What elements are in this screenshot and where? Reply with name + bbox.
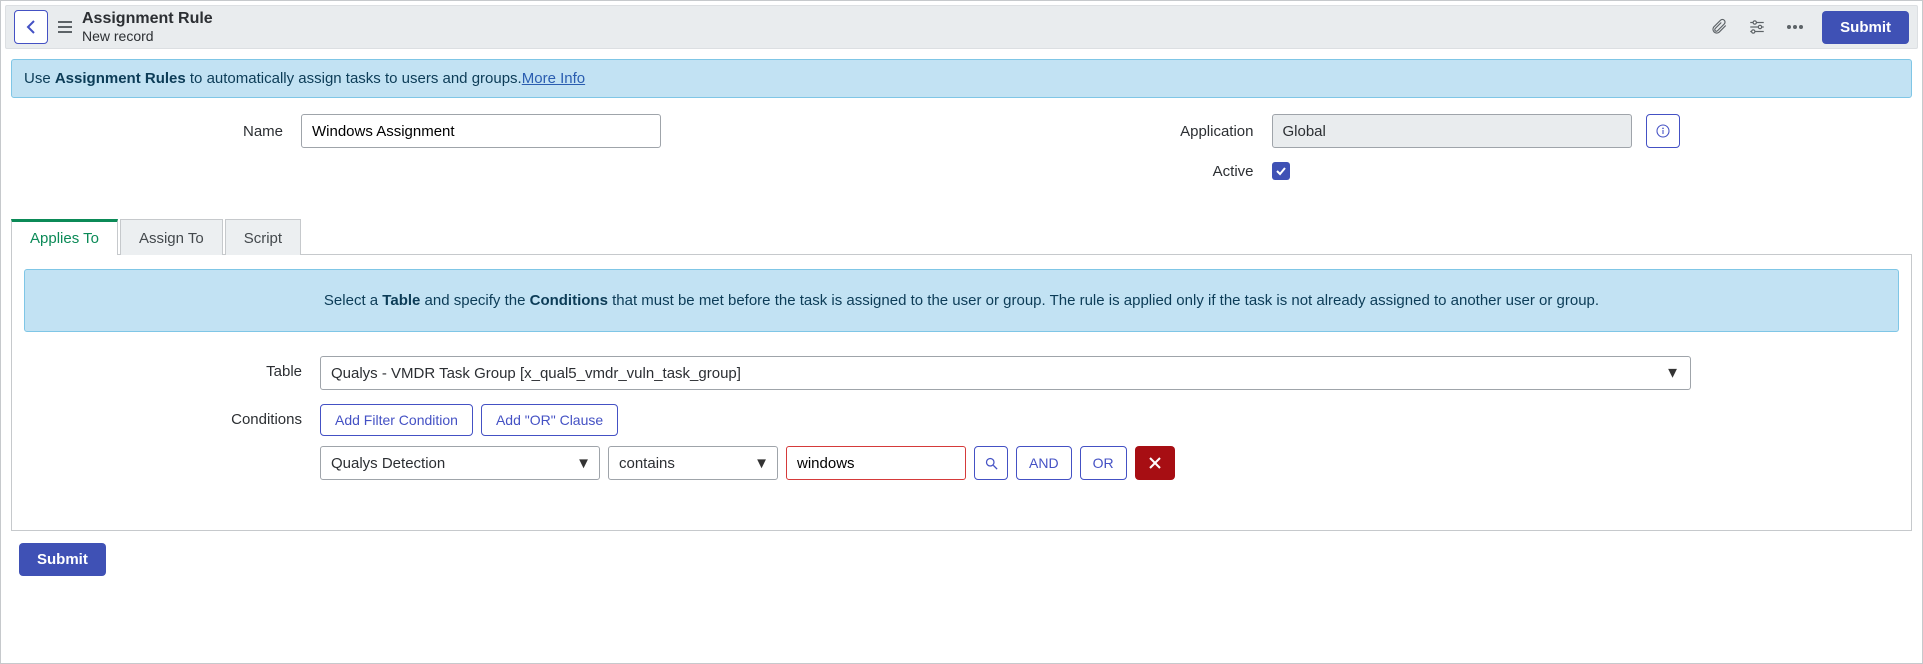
add-filter-condition-button[interactable]: Add Filter Condition: [320, 404, 473, 436]
table-label: Table: [24, 356, 320, 380]
application-input: [1272, 114, 1632, 148]
tab-body: Select a Table and specify the Condition…: [11, 254, 1912, 531]
name-label: Name: [11, 123, 301, 140]
tab-applies-to[interactable]: Applies To: [11, 219, 118, 255]
more-actions-icon[interactable]: [1776, 10, 1814, 44]
submit-button-top[interactable]: Submit: [1822, 11, 1909, 44]
tab-section: Applies To Assign To Script Select a Tab…: [5, 218, 1918, 531]
caret-down-icon: ▼: [1665, 365, 1680, 382]
tab-assign-to[interactable]: Assign To: [120, 219, 223, 255]
application-label: Application: [982, 123, 1272, 140]
application-info-button[interactable]: [1646, 114, 1680, 148]
condition-operator-select[interactable]: contains ▼: [608, 446, 778, 480]
submit-button-bottom[interactable]: Submit: [19, 543, 106, 576]
check-icon: [1275, 165, 1287, 177]
page-title: Assignment Rule: [82, 10, 213, 28]
tab-script[interactable]: Script: [225, 219, 301, 255]
condition-search-button[interactable]: [974, 446, 1008, 480]
active-label: Active: [982, 163, 1272, 180]
table-select[interactable]: Qualys - VMDR Task Group [x_qual5_vmdr_v…: [320, 356, 1691, 390]
close-icon: [1148, 456, 1162, 470]
name-input[interactable]: [301, 114, 661, 148]
caret-down-icon: ▼: [754, 455, 769, 472]
caret-down-icon: ▼: [576, 455, 591, 472]
search-icon: [984, 456, 999, 471]
more-info-link[interactable]: More Info: [522, 70, 585, 87]
info-banner: Use Assignment Rules to automatically as…: [11, 59, 1912, 98]
back-button[interactable]: [14, 10, 48, 44]
and-button[interactable]: AND: [1016, 446, 1072, 480]
condition-row: Qualys Detection ▼ contains ▼ A: [320, 446, 1899, 480]
or-button[interactable]: OR: [1080, 446, 1127, 480]
page-subtitle: New record: [82, 28, 213, 44]
form-header: Assignment Rule New record Submit: [5, 5, 1918, 49]
condition-value-input[interactable]: [786, 446, 966, 480]
active-checkbox[interactable]: [1272, 162, 1290, 180]
info-icon: [1655, 123, 1671, 139]
chevron-left-icon: [26, 20, 36, 34]
settings-sliders-icon[interactable]: [1738, 10, 1776, 44]
conditions-label: Conditions: [24, 404, 320, 428]
condition-field-select[interactable]: Qualys Detection ▼: [320, 446, 600, 480]
applies-to-info: Select a Table and specify the Condition…: [24, 269, 1899, 332]
add-or-clause-button[interactable]: Add "OR" Clause: [481, 404, 618, 436]
form-area: Name Application Active: [5, 98, 1918, 208]
attachment-icon[interactable]: [1700, 10, 1738, 44]
context-menu-icon[interactable]: [58, 21, 72, 33]
delete-condition-button[interactable]: [1135, 446, 1175, 480]
tab-list: Applies To Assign To Script: [11, 218, 1918, 254]
